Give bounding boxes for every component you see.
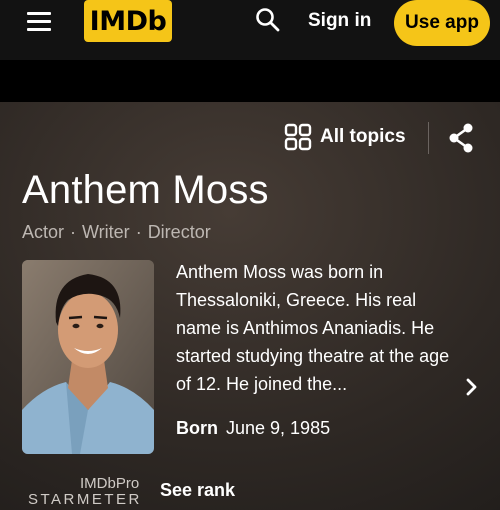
sign-in-link[interactable]: Sign in [300, 0, 379, 42]
person-name: Anthem Moss [22, 168, 269, 212]
person-photo[interactable] [22, 260, 154, 454]
separator-dot: · [135, 222, 142, 242]
all-topics-button[interactable]: All topics [284, 122, 406, 152]
role-writer: Writer [82, 222, 130, 242]
chevron-right-icon[interactable] [464, 376, 480, 398]
divider [428, 122, 429, 154]
person-hero: All topics Anthem Moss Actor · Writer · Dire… [0, 102, 500, 510]
bio-text: Anthem Moss was born in Thessaloniki, Gr… [176, 262, 450, 394]
imdb-logo[interactable]: IMDb [84, 0, 172, 42]
role-actor: Actor [22, 222, 65, 242]
separator-dot: · [70, 222, 77, 242]
search-icon[interactable] [254, 6, 282, 34]
born-label: Born [176, 418, 218, 438]
grid-icon [284, 123, 312, 151]
nav-spacer-band [0, 60, 500, 102]
see-rank-link[interactable]: See rank [160, 480, 235, 501]
starmeter-pro-label: IMDbPro [80, 475, 140, 492]
share-icon[interactable] [446, 122, 476, 154]
role-director: Director [147, 222, 211, 242]
biography-summary[interactable]: Anthem Moss was born in Thessaloniki, Gr… [176, 258, 458, 398]
all-topics-label: All topics [320, 126, 406, 147]
born-info: Born June 9, 1985 [176, 418, 330, 439]
top-navbar: IMDb Sign in Use app [0, 0, 500, 60]
born-date[interactable]: June 9, 1985 [226, 418, 330, 438]
starmeter-label: STARMETER [28, 491, 142, 508]
role-list: Actor · Writer · Director [22, 222, 211, 243]
hamburger-menu-icon[interactable] [24, 10, 54, 36]
use-app-button[interactable]: Use app [394, 0, 490, 46]
